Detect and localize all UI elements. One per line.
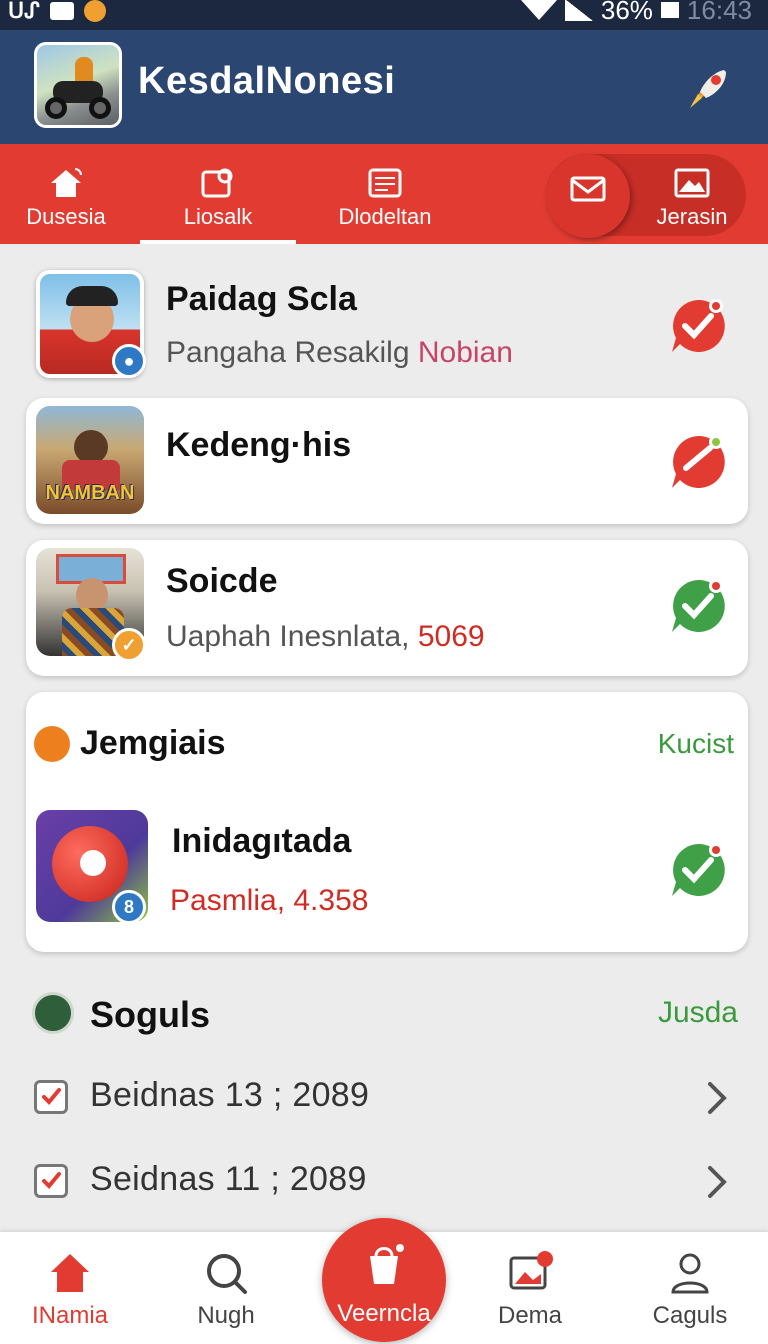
check-chat-icon[interactable] [666,574,730,638]
item-subtitle-highlight: Nobian [417,336,513,369]
mail-icon [570,176,606,202]
tab-label: Dusesia [26,204,106,229]
item-subtitle: Pasmlia, 4.358 [170,884,369,917]
shield-icon [32,992,74,1034]
cart-icon [370,1244,404,1284]
count-badge: 8 [112,890,146,924]
list-item-label: Beidnas 13 ; 2089 [90,1076,370,1114]
battery-percent: 36% [600,0,653,25]
nav-dema[interactable]: Dema [470,1232,590,1344]
app-header: KesdalNonesi [0,30,768,144]
check-chat-icon[interactable] [666,294,730,358]
list-item[interactable]: Beidnas 13 ; 2089 [30,1068,742,1128]
tab-liosalk[interactable]: Liosalk [140,144,296,244]
app-title: KesdalNonesi [138,60,396,102]
nav-profile[interactable]: Caguls [630,1232,750,1344]
nav-label: Caguls [652,1302,728,1329]
top-tab-bar: Dusesia Liosalk Dlodeltan Jerasin [0,144,768,244]
clock: 16:43 [686,0,752,25]
status-carrier-text: ᑌᔑ [8,0,40,23]
photo-icon [509,1251,553,1290]
image-icon [674,168,710,198]
verified-badge: ✓ [112,628,146,662]
tab-label: Dlodeltan [338,204,432,229]
list-item[interactable]: Seidnas 11 ; 2089 [30,1152,742,1212]
section-link[interactable]: Kucist [658,728,734,760]
tag-icon [201,168,233,198]
list-item[interactable]: ✓ Soicde Uaphah Inesnlata, 5069 [26,540,748,676]
rocket-icon[interactable] [684,64,732,112]
tab-jerasin[interactable]: Jerasin [636,144,748,244]
tab-mail[interactable] [546,144,630,244]
thumbnail-text: NAMBAN [45,482,135,504]
nav-center-fab[interactable]: Veerncla [322,1218,446,1342]
list-item-label: Seidnas 11 ; 2089 [90,1160,367,1198]
nav-search[interactable]: Nugh [166,1232,286,1344]
list-item[interactable]: ● Paidag Scla Pangaha Resakilg Nobian [26,264,748,386]
status-left: ᑌᔑ [8,0,106,23]
item-title: Soicde [166,562,278,600]
section-title: Jemgiais [80,724,226,762]
nav-label: INamia [31,1302,109,1329]
search-icon [207,1254,247,1294]
signal-icon [564,0,593,21]
item-subtitle: Pangaha Resakilg Nobian [166,336,513,369]
checkbox[interactable] [34,1164,68,1198]
nav-label: Veerncla [337,1300,431,1327]
app-notification-icon [83,0,106,22]
status-right: 36% 16:43 [520,0,752,25]
section-title: Soguls [90,994,211,1035]
user-icon [671,1253,709,1294]
nav-label: Dema [497,1302,563,1329]
item-title: Inidagıtada [172,822,352,860]
chevron-right-icon[interactable] [702,1080,732,1116]
status-bar: ᑌᔑ 36% 16:43 [0,0,768,30]
item-title: Paidag Scla [166,280,357,318]
nav-label: Nugh [197,1302,255,1329]
profile-avatar[interactable] [34,42,122,128]
check-chat-icon[interactable] [666,430,730,494]
receipt-icon [368,168,402,198]
notification-icon [49,2,74,20]
check-chat-icon[interactable] [666,838,730,902]
home-icon [51,1254,89,1292]
wifi-icon [520,0,557,20]
clock-icon [34,726,70,762]
home-icon [51,168,82,197]
tab-dusesia[interactable]: Dusesia [0,144,132,244]
item-thumbnail: NAMBAN [36,406,144,514]
chevron-right-icon[interactable] [702,1164,732,1200]
verified-badge: ● [112,344,146,378]
list-item[interactable]: NAMBAN Kedeng·his [26,398,748,524]
item-subtitle-highlight: 5069 [417,620,485,653]
section-card: Jemgiais Kucist 8 Inidagıtada Pasmlia, 4… [26,692,748,952]
tab-label: Jerasin [656,204,728,229]
item-title: Kedeng·his [166,426,352,464]
tab-dlodeltan[interactable]: Dlodeltan [310,144,460,244]
nav-home[interactable]: INamia [10,1232,130,1344]
battery-icon [660,2,679,18]
section-link[interactable]: Jusda [658,996,738,1030]
checkbox[interactable] [34,1080,68,1114]
tab-label: Liosalk [183,204,253,229]
item-subtitle: Uaphah Inesnlata, 5069 [166,620,485,653]
